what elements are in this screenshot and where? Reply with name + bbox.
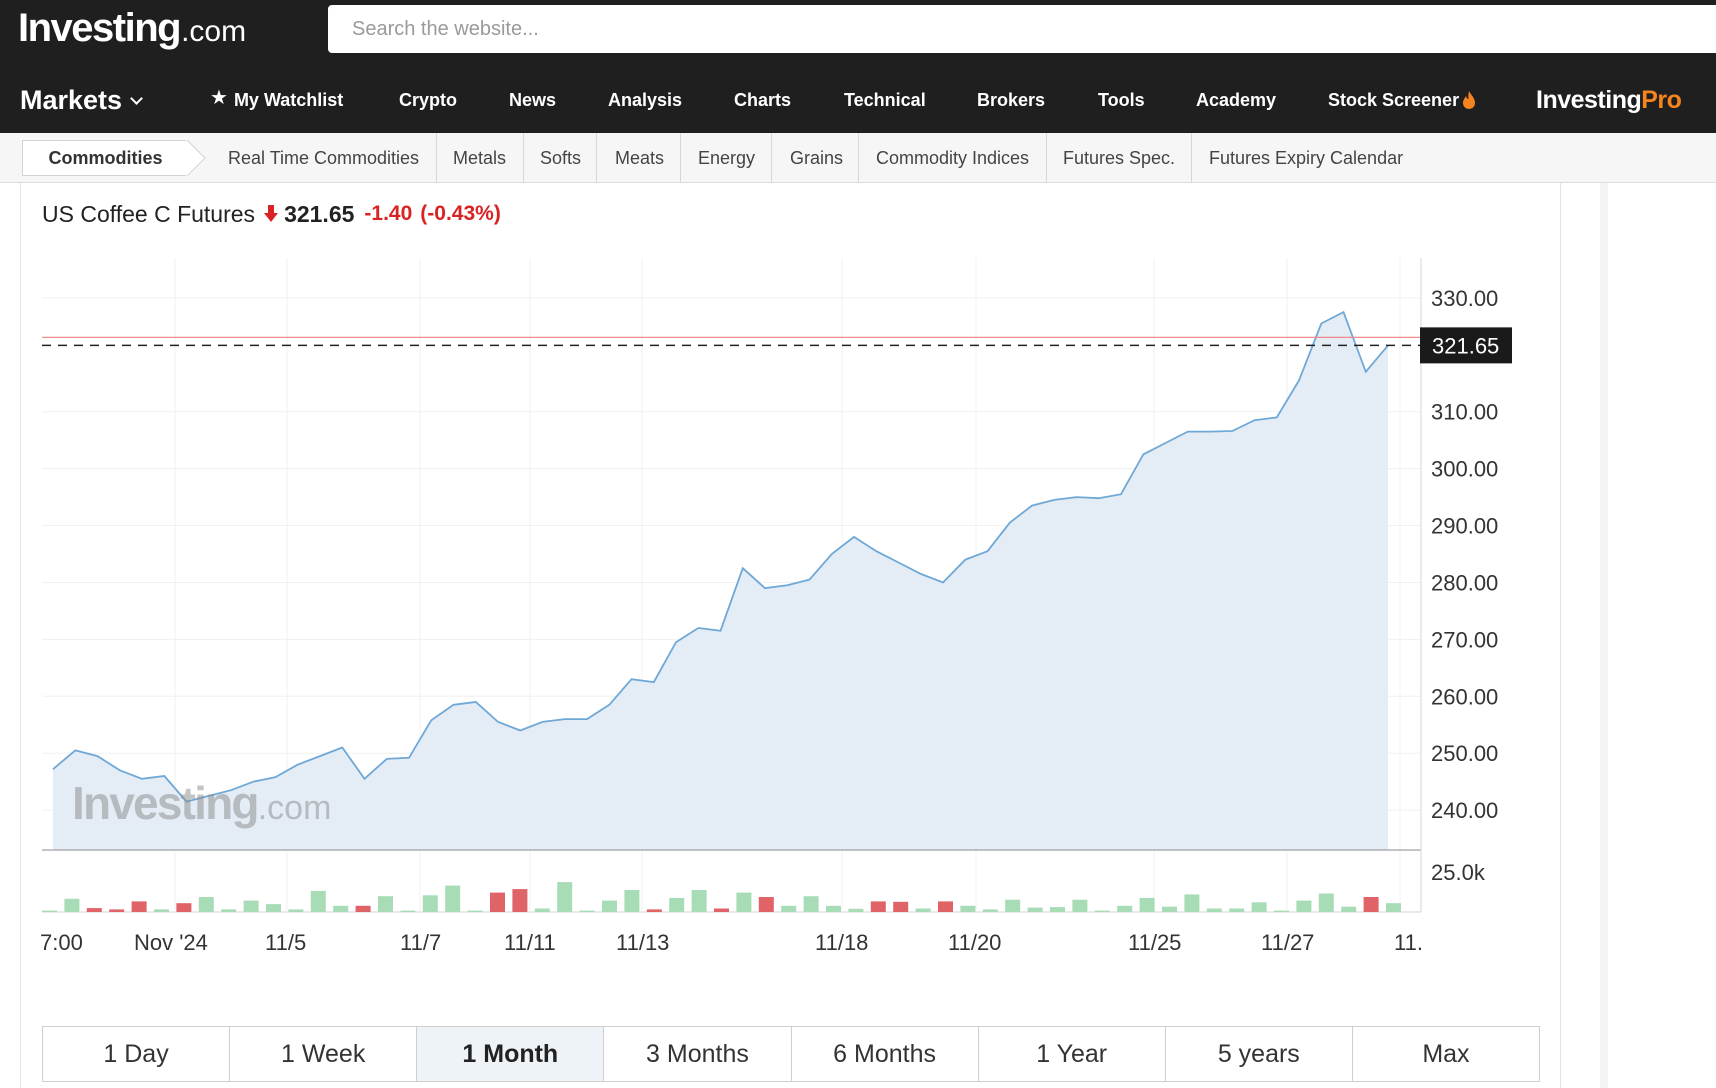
volume-bar: [154, 909, 169, 912]
volume-bar: [42, 910, 57, 912]
y-tick-label: 330.00: [1431, 286, 1498, 311]
x-tick-label: 11/5: [265, 930, 306, 955]
time-range-selector: 1 Day 1 Week 1 Month 3 Months 6 Months 1…: [42, 1026, 1540, 1082]
volume-bar: [960, 905, 976, 912]
volume-bar: [86, 908, 102, 912]
y-tick-label: 270.00: [1431, 627, 1498, 652]
volume-bar: [288, 909, 304, 912]
volume-bar: [646, 909, 662, 912]
volume-bar: [176, 903, 192, 912]
volume-bar: [1318, 893, 1334, 912]
y-tick-label: 290.00: [1431, 514, 1498, 539]
y-tick-label: 300.00: [1431, 457, 1498, 482]
volume-bar: [848, 908, 864, 912]
x-tick-label: 11/27: [1261, 930, 1314, 955]
volume-bar: [131, 901, 147, 912]
volume-bar: [1184, 894, 1200, 912]
volume-bar: [221, 909, 237, 912]
volume-bar: [266, 904, 281, 912]
volume-axis-label: 25.0k: [1431, 860, 1486, 885]
volume-bar: [1139, 897, 1155, 912]
volume-bar: [445, 885, 461, 912]
y-tick-label: 260.00: [1431, 684, 1498, 709]
volume-bar: [624, 890, 640, 912]
volume-bar: [1363, 897, 1379, 912]
range-max[interactable]: Max: [1352, 1027, 1539, 1081]
volume-bar: [378, 896, 393, 912]
volume-bar: [915, 908, 931, 912]
volume-bar: [602, 900, 617, 912]
y-tick-label: 250.00: [1431, 741, 1498, 766]
volume-bar: [512, 889, 528, 912]
volume-bar: [1206, 908, 1222, 912]
x-tick-label: 11/13: [616, 930, 669, 955]
x-tick-label: 11/25: [1128, 930, 1181, 955]
volume-bar: [826, 905, 841, 912]
volume-bar: [333, 905, 349, 912]
volume-bar: [803, 896, 819, 912]
volume-bar: [1027, 907, 1043, 912]
volume-bar: [109, 909, 125, 912]
volume-bar: [243, 900, 259, 912]
volume-bar: [534, 908, 550, 912]
x-tick-label: Nov '24: [134, 930, 208, 955]
range-1-month[interactable]: 1 Month: [417, 1027, 605, 1081]
volume-bar: [579, 910, 595, 912]
range-3-months[interactable]: 3 Months: [604, 1027, 792, 1081]
volume-bar: [1117, 905, 1133, 912]
y-tick-label: 240.00: [1431, 798, 1498, 823]
volume-bar: [1005, 899, 1021, 912]
volume-bar: [1251, 902, 1267, 912]
range-5-years[interactable]: 5 years: [1165, 1027, 1353, 1081]
x-tick-label: 7:00: [40, 930, 83, 955]
x-tick-label: 11/18: [815, 930, 868, 955]
volume-bar: [1072, 899, 1088, 912]
volume-bar: [467, 910, 483, 912]
volume-bar: [714, 908, 729, 912]
volume-bar: [1341, 906, 1357, 912]
volume-bar: [691, 890, 707, 912]
volume-bar: [758, 897, 774, 912]
volume-bar: [870, 901, 886, 912]
range-1-day[interactable]: 1 Day: [43, 1027, 231, 1081]
x-tick-label: 11.: [1394, 930, 1423, 955]
volume-bar: [1274, 910, 1289, 912]
volume-bar: [736, 892, 752, 912]
volume-bar: [490, 892, 505, 912]
volume-bar: [422, 895, 438, 912]
volume-bar: [400, 910, 416, 912]
investing-watermark: Investing .com: [72, 776, 331, 830]
volume-bar: [1094, 910, 1110, 912]
range-1-week[interactable]: 1 Week: [230, 1027, 418, 1081]
volume-bar: [1296, 900, 1312, 912]
x-tick-label: 11/11: [504, 930, 556, 955]
price-chart[interactable]: 330.00 310.00 300.00 290.00 280.00 270.00 260.…: [0, 0, 1716, 1020]
volume-bar: [64, 898, 80, 912]
volume-bar: [310, 890, 326, 912]
x-tick-label: 11/7: [400, 930, 441, 955]
volume-bar: [1162, 906, 1177, 912]
x-tick-label: 11/20: [948, 930, 1001, 955]
y-tick-label: 280.00: [1431, 570, 1498, 595]
volume-bar: [1386, 903, 1401, 912]
volume-bar: [355, 905, 371, 912]
volume-bar: [781, 905, 797, 912]
range-1-year[interactable]: 1 Year: [978, 1027, 1166, 1081]
volume-bar: [1229, 908, 1245, 912]
volume-bar: [669, 897, 685, 912]
volume-bar: [938, 901, 953, 912]
watermark-tld: .com: [257, 789, 332, 827]
volume-bar: [1050, 907, 1065, 912]
volume-bar: [893, 901, 909, 912]
volume-bar: [557, 882, 573, 912]
volume-bar: [982, 909, 998, 912]
volume-bar: [198, 897, 214, 912]
watermark-brand: Investing: [72, 777, 260, 829]
current-price-tag-label: 321.65: [1432, 333, 1499, 358]
price-area-fill: [53, 312, 1388, 851]
y-tick-label: 310.00: [1431, 400, 1498, 425]
range-6-months[interactable]: 6 Months: [791, 1027, 979, 1081]
